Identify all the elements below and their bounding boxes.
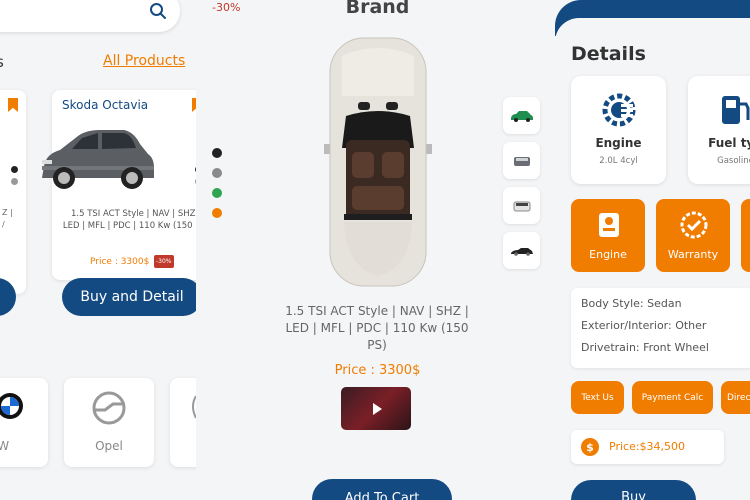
price-pill: $ Price:$34,500 bbox=[571, 430, 724, 464]
play-icon bbox=[373, 402, 382, 415]
spec-value: 2.0L 4cyl bbox=[599, 156, 638, 166]
tile-warranty[interactable]: Warranty bbox=[656, 199, 730, 272]
add-to-cart-button[interactable]: Add To Cart bbox=[312, 479, 452, 500]
product-name: Skoda Octavia bbox=[62, 98, 149, 112]
bmw-logo-icon bbox=[0, 393, 23, 419]
carousel-dot[interactable] bbox=[11, 178, 18, 185]
payment-calc-button[interactable]: Payment Calc bbox=[632, 381, 713, 414]
car-thumb-image bbox=[510, 110, 533, 122]
product-card-partial[interactable]: Z | / bbox=[0, 90, 26, 294]
product-desc: 1.5 TSI ACT Style | NAV | SHZ | LED | MF… bbox=[285, 304, 469, 352]
car-image-suv bbox=[42, 130, 154, 189]
search-icon bbox=[150, 3, 166, 19]
directions-button[interactable]: Direc bbox=[721, 381, 750, 414]
price-value: Price:$34,500 bbox=[609, 440, 686, 453]
color-option-black[interactable] bbox=[212, 148, 222, 158]
gallery-thumb-3[interactable] bbox=[503, 187, 540, 224]
buy-button[interactable]: Buy bbox=[571, 480, 696, 500]
section-title: s bbox=[0, 53, 4, 71]
video-thumbnail[interactable] bbox=[341, 387, 411, 430]
color-option-gray[interactable] bbox=[212, 168, 222, 178]
car-thumb-image bbox=[510, 247, 533, 256]
warranty-badge-icon bbox=[680, 211, 708, 239]
details-panel: Details Engine 2.0L 4cyl Fuel typ Gasoli… bbox=[555, 0, 750, 500]
color-option-orange[interactable] bbox=[212, 208, 222, 218]
bookmark-icon[interactable] bbox=[8, 98, 18, 112]
brand-logo-icon bbox=[192, 395, 196, 419]
brand-tile-bmw[interactable]: MW bbox=[0, 378, 48, 467]
buy-and-detail-button[interactable]: Buy and Detail bbox=[62, 278, 196, 316]
brand-name: Opel bbox=[95, 439, 123, 453]
spec-card-engine: Engine 2.0L 4cyl bbox=[571, 76, 666, 184]
car-thumb-image bbox=[513, 156, 530, 166]
gallery-thumb-2[interactable] bbox=[503, 142, 540, 179]
exterior-interior: Exterior/Interior: Other bbox=[581, 319, 707, 332]
page-title: Brand bbox=[345, 0, 410, 18]
brand-name: MW bbox=[0, 439, 10, 453]
spec-label: Engine bbox=[595, 136, 642, 150]
discount-badge: -30% bbox=[154, 255, 174, 268]
gallery-thumb-1[interactable] bbox=[503, 97, 540, 134]
drivetrain: Drivetrain: Front Wheel bbox=[581, 341, 709, 354]
header-cap bbox=[555, 18, 750, 42]
car-thumb-image bbox=[513, 201, 530, 211]
tile-partial[interactable] bbox=[741, 199, 750, 272]
details-title: Details bbox=[571, 43, 646, 65]
body-style: Body Style: Sedan bbox=[581, 297, 682, 310]
product-list-panel: s All Products Z | / Skoda Octavia 1.5 T… bbox=[0, 0, 196, 500]
dollar-icon: $ bbox=[581, 438, 599, 456]
text-us-button[interactable]: Text Us bbox=[571, 381, 624, 414]
product-detail-panel: -30% Brand 1.5 TSI ACT Style | NAV | SHZ… bbox=[196, 0, 555, 500]
card-desc-fragment: Z | bbox=[2, 208, 13, 217]
card-desc-fragment: / bbox=[2, 220, 5, 229]
spec-card-fuel: Fuel typ Gasoline bbox=[688, 76, 750, 184]
spec-value: Gasoline bbox=[717, 156, 750, 166]
spec-label: Fuel typ bbox=[708, 136, 750, 150]
fuel-pump-icon bbox=[722, 96, 750, 124]
carousel-dot-active[interactable] bbox=[11, 166, 18, 173]
product-desc: 1.5 TSI ACT Style | NAV | SHZ | LED | MF… bbox=[62, 209, 196, 231]
tile-label: Warranty bbox=[667, 248, 719, 261]
product-price: Price : 3300$ bbox=[334, 363, 421, 378]
product-price: Price : 3300$ bbox=[90, 257, 150, 267]
gallery-thumb-4[interactable] bbox=[503, 232, 540, 269]
engine-gear-icon bbox=[602, 93, 636, 127]
vehicle-info-box: Body Style: Sedan Exterior/Interior: Oth… bbox=[571, 288, 750, 368]
product-card[interactable]: Skoda Octavia 1.5 TSI ACT Style | NAV | … bbox=[42, 90, 196, 280]
document-icon bbox=[599, 213, 619, 237]
car-top-view-image bbox=[324, 37, 432, 287]
all-products-link[interactable]: All Products bbox=[103, 53, 185, 69]
tile-label: Engine bbox=[589, 248, 627, 261]
brand-tile-partial[interactable] bbox=[170, 378, 196, 467]
opel-logo-icon bbox=[92, 391, 126, 425]
tile-engine[interactable]: Engine bbox=[571, 199, 645, 272]
brand-tile-opel[interactable]: Opel bbox=[64, 378, 154, 467]
color-option-green[interactable] bbox=[212, 188, 222, 198]
